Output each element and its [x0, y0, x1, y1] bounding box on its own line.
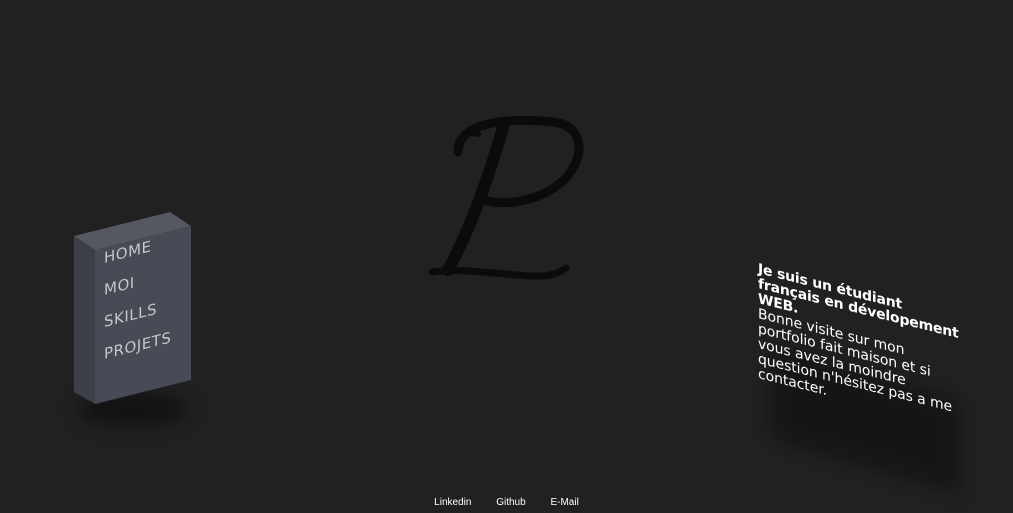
footer-link-github[interactable]: Github — [496, 497, 525, 508]
portfolio-page: HOME MOI SKILLS PROJETS Je suis un étudi… — [0, 0, 1013, 513]
nav-link-moi[interactable]: MOI — [104, 260, 194, 299]
footer-link-linkedin[interactable]: Linkedin — [434, 497, 471, 508]
footer-link-email[interactable]: E-Mail — [550, 497, 578, 508]
main-nav: HOME MOI SKILLS PROJETS — [104, 228, 194, 378]
nav-link-projets[interactable]: PROJETS — [104, 324, 194, 363]
nav-link-home[interactable]: HOME — [104, 228, 194, 267]
nav-box-shadow — [78, 392, 188, 426]
footer: Linkedin Github E-Mail — [0, 497, 1013, 508]
nav-link-skills[interactable]: SKILLS — [104, 292, 194, 331]
script-p-logo-icon — [418, 100, 598, 290]
